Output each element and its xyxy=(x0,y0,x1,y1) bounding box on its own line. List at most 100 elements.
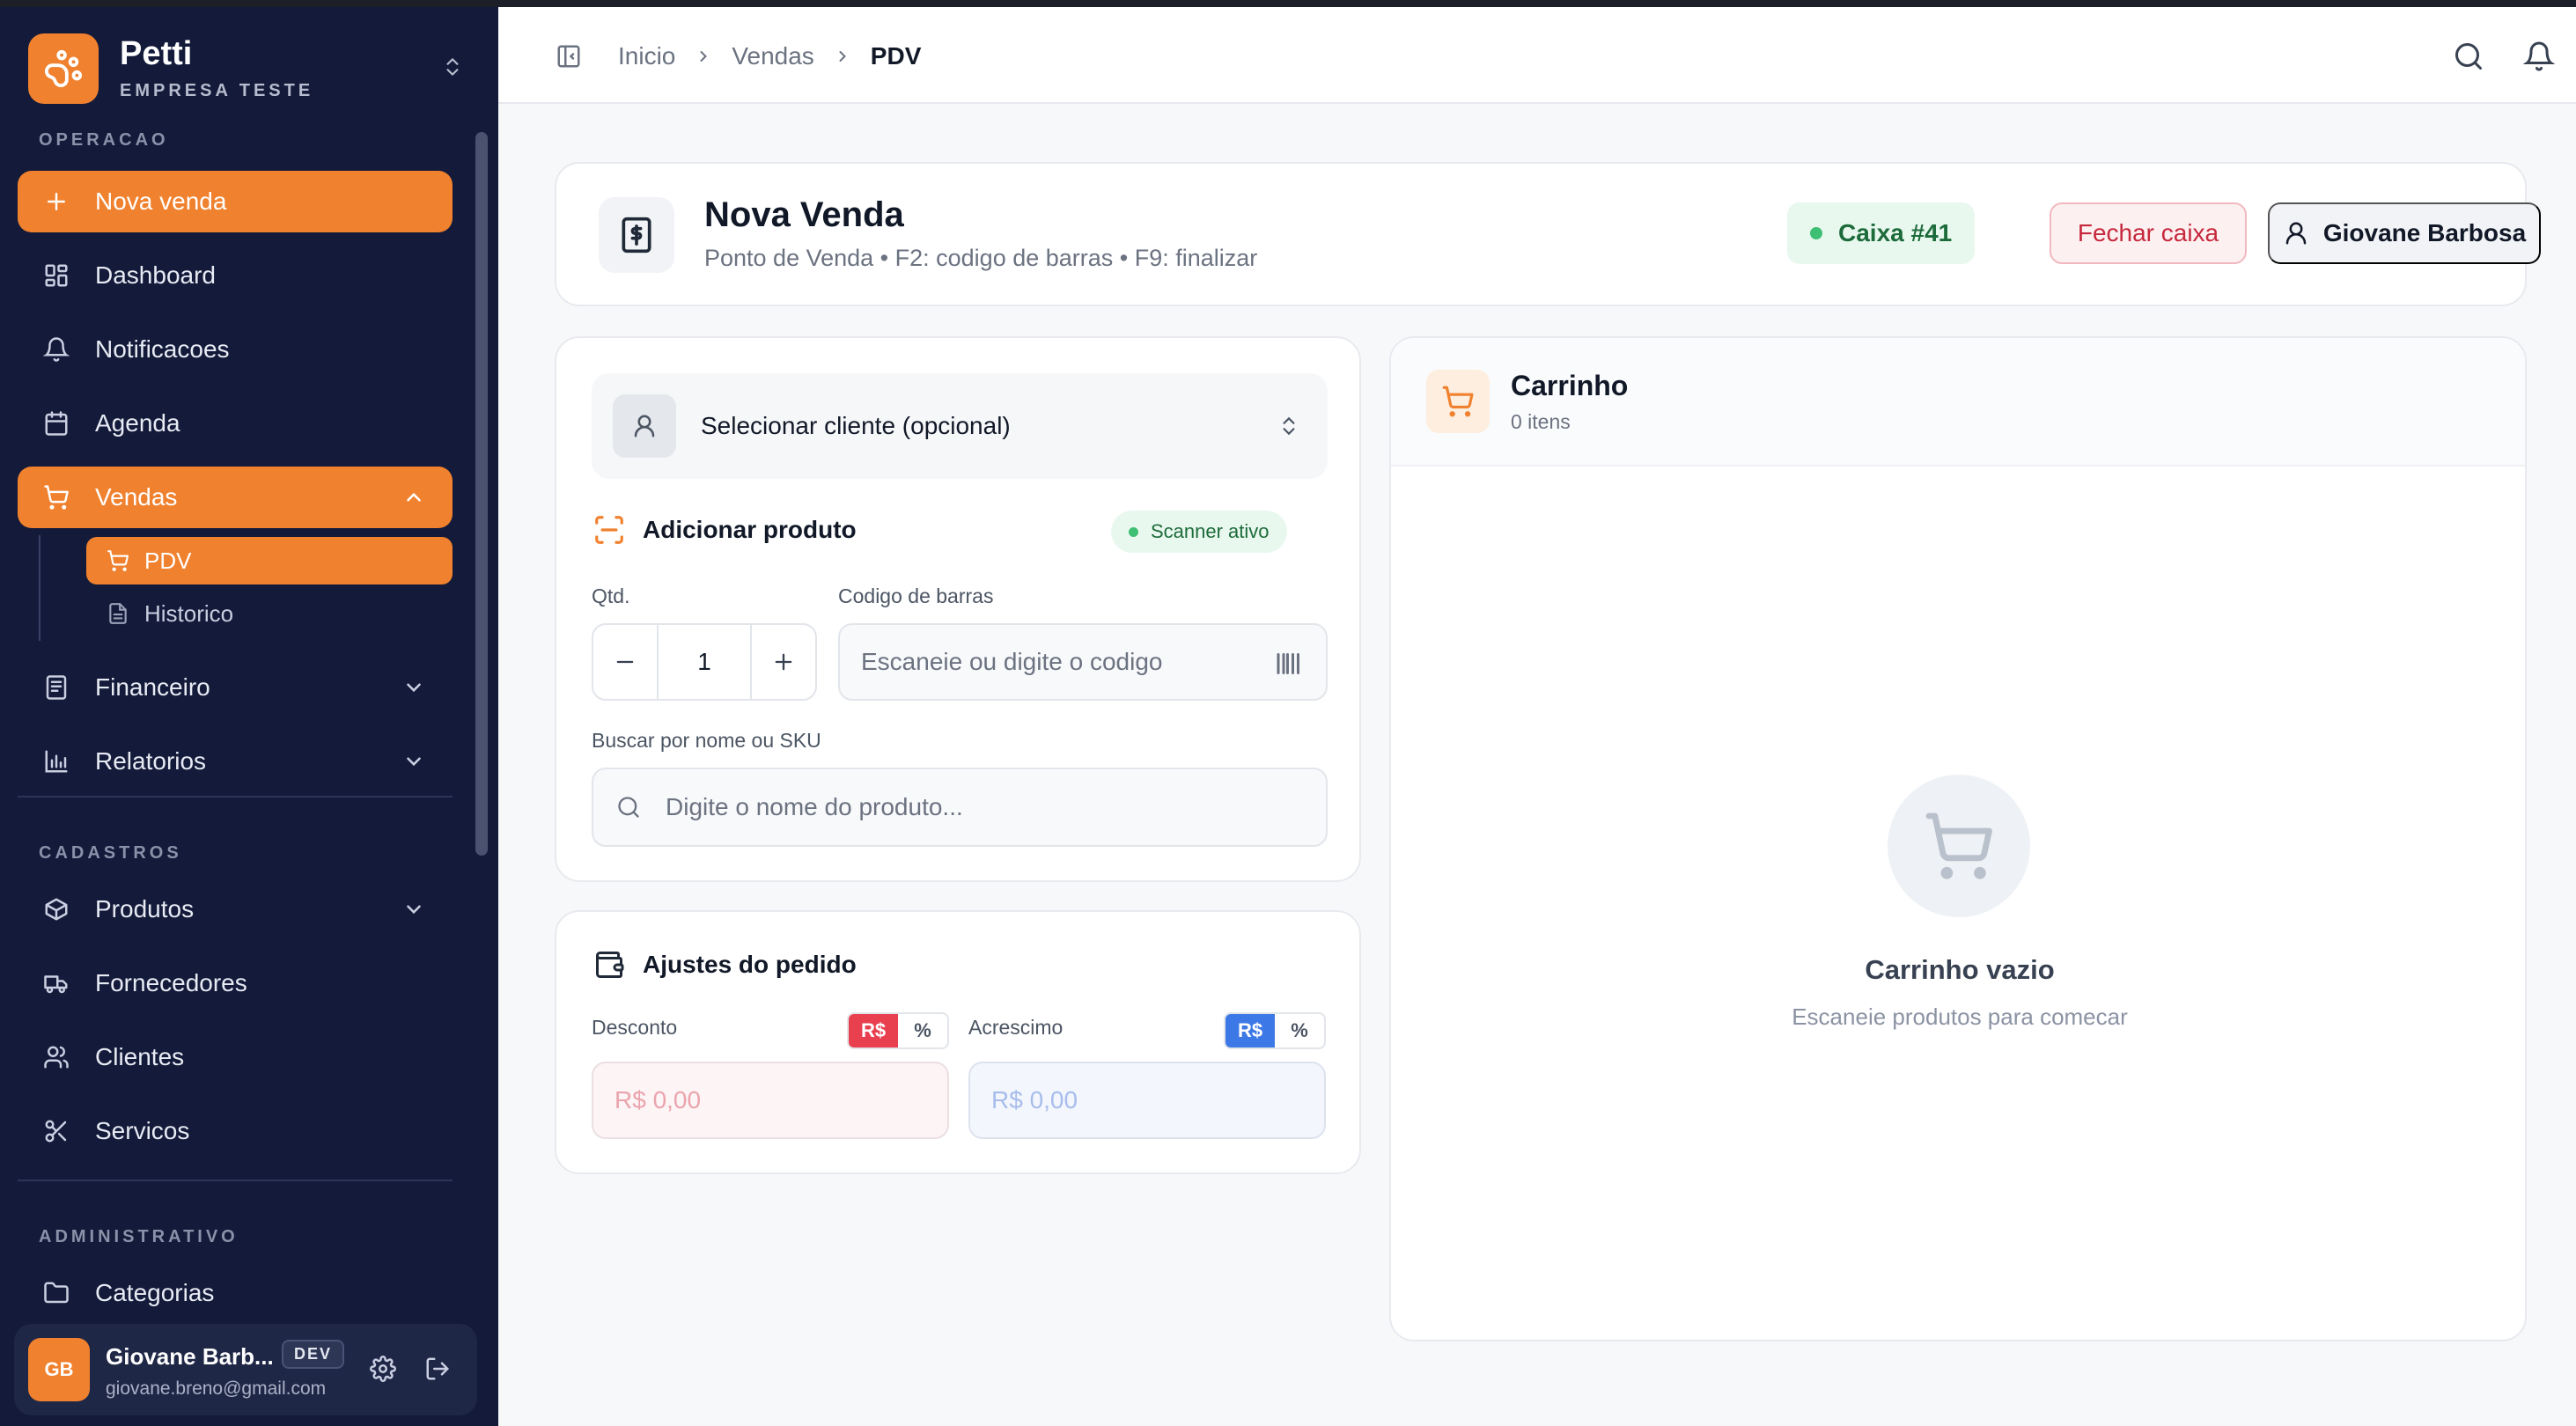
surcharge-input[interactable]: R$ 0,00 xyxy=(968,1062,1326,1139)
cart-title: Carrinho xyxy=(1511,370,1629,401)
sidebar-item-notificacoes[interactable]: Notificacoes xyxy=(18,319,453,380)
minus-icon[interactable] xyxy=(593,625,657,699)
discount-label: Desconto xyxy=(592,1016,678,1039)
close-register-button[interactable]: Fechar caixa xyxy=(2050,202,2247,264)
quantity-value[interactable]: 1 xyxy=(657,625,752,699)
sidebar-subitem-pdv[interactable]: PDV xyxy=(86,537,453,584)
sidebar-item-label: Relatorios xyxy=(95,747,207,775)
scan-icon xyxy=(592,512,627,548)
page-heading-card: Nova Venda Ponto de Venda • F2: codigo d… xyxy=(555,162,2541,306)
sidebar-item-label: Categorias xyxy=(95,1279,215,1306)
sidebar-item-nova-venda[interactable]: Nova venda xyxy=(18,171,453,232)
sidebar-item-label: Agenda xyxy=(95,409,180,437)
submenu-line xyxy=(39,535,40,641)
sidebar-item-label: Produtos xyxy=(95,895,195,922)
surcharge-mode-currency[interactable]: R$ xyxy=(1225,1014,1275,1047)
chevron-down-icon xyxy=(396,670,431,705)
order-adjustments-card: Ajustes do pedido Desconto R$ % R$ 0,00 … xyxy=(555,910,1361,1174)
empty-cart-title: Carrinho vazio xyxy=(1865,954,2055,985)
breadcrumb: Inicio Vendas PDV xyxy=(618,39,921,74)
discount-placeholder: R$ 0,00 xyxy=(615,1086,702,1114)
sidebar-item-dashboard[interactable]: Dashboard xyxy=(18,245,453,306)
scissors-icon xyxy=(39,1114,74,1149)
calendar-icon xyxy=(39,406,74,441)
truck-icon xyxy=(39,966,74,1001)
sidebar-toggle-icon[interactable] xyxy=(551,39,586,74)
surcharge-label: Acrescimo xyxy=(968,1016,1064,1039)
chevrons-up-down-icon xyxy=(435,48,470,86)
page-title: Nova Venda xyxy=(704,195,904,234)
chevron-up-icon xyxy=(396,480,431,515)
sidebar-subitem-historico[interactable]: Historico xyxy=(86,590,453,637)
chevrons-up-down-icon xyxy=(1271,408,1306,444)
sidebar-item-label: Nova venda xyxy=(95,187,227,215)
sidebar-item-label: Notificacoes xyxy=(95,335,230,363)
chevron-down-icon xyxy=(396,744,431,779)
scanner-status-label: Scanner ativo xyxy=(1151,520,1270,542)
product-search-input[interactable]: Digite o nome do produto... xyxy=(592,768,1328,847)
qty-label: Qtd. xyxy=(592,584,630,607)
sidebar-item-clientes[interactable]: Clientes xyxy=(18,1026,453,1088)
discount-mode-currency[interactable]: R$ xyxy=(849,1014,898,1047)
user-name: Giovane Barb... xyxy=(106,1343,274,1370)
search-placeholder: Digite o nome do produto... xyxy=(666,793,963,820)
sidebar-item-agenda[interactable]: Agenda xyxy=(18,393,453,454)
bell-icon xyxy=(39,332,74,367)
logout-icon[interactable] xyxy=(419,1350,456,1387)
search-label: Buscar por nome ou SKU xyxy=(592,729,821,752)
quantity-stepper: 1 xyxy=(592,623,817,701)
avatar: GB xyxy=(28,1338,90,1401)
sidebar-item-relatorios[interactable]: Relatorios xyxy=(18,731,453,792)
grid-icon xyxy=(39,258,74,293)
status-dot xyxy=(1129,526,1138,537)
receipt-icon xyxy=(39,670,74,705)
plus-icon[interactable] xyxy=(752,625,815,699)
chevron-right-icon xyxy=(834,48,851,65)
users-icon xyxy=(39,1040,74,1075)
operator-name: Giovane Barbosa xyxy=(2322,219,2527,246)
sidebar-item-label: PDV xyxy=(144,547,192,574)
sidebar-item-fornecedores[interactable]: Fornecedores xyxy=(18,952,453,1014)
brand-switcher[interactable]: Petti EMPRESA TESTE xyxy=(28,30,470,106)
sidebar-scrollbar[interactable] xyxy=(475,132,488,856)
cart-icon xyxy=(1426,370,1490,433)
user-icon xyxy=(613,394,676,458)
empty-cart-icon xyxy=(1888,775,2030,917)
section-label-cadastros: CADASTROS xyxy=(39,843,182,863)
cart-card: Carrinho 0 itens Carrinho vazio Escaneie… xyxy=(1389,336,2527,1341)
sidebar-item-produtos[interactable]: Produtos xyxy=(18,878,453,940)
add-product-heading: Adicionar produto xyxy=(592,512,857,548)
paw-icon xyxy=(28,33,99,104)
client-select[interactable]: Selecionar cliente (opcional) xyxy=(592,373,1328,479)
breadcrumb-inicio[interactable]: Inicio xyxy=(618,42,675,70)
window-top-strip xyxy=(0,0,2576,7)
chevron-right-icon xyxy=(695,48,712,65)
plus-icon xyxy=(39,184,74,219)
cart-header: Carrinho 0 itens xyxy=(1391,338,2525,467)
discount-mode-percent[interactable]: % xyxy=(898,1014,947,1047)
breadcrumb-vendas[interactable]: Vendas xyxy=(732,42,813,70)
sidebar-item-financeiro[interactable]: Financeiro xyxy=(18,657,453,718)
adjustments-title: Ajustes do pedido xyxy=(643,951,857,978)
sidebar-item-vendas[interactable]: Vendas xyxy=(18,467,453,528)
sidebar-item-categorias[interactable]: Categorias xyxy=(18,1262,453,1324)
barcode-input[interactable]: Escaneie ou digite o codigo xyxy=(838,623,1328,701)
sidebar-item-label: Financeiro xyxy=(95,673,210,701)
sidebar-item-label: Clientes xyxy=(95,1043,185,1070)
breadcrumb-current: PDV xyxy=(870,42,922,70)
wallet-icon xyxy=(592,947,627,982)
sidebar-item-servicos[interactable]: Servicos xyxy=(18,1100,453,1162)
bell-icon[interactable] xyxy=(2520,37,2558,76)
section-label-administrativo: ADMINISTRATIVO xyxy=(39,1227,239,1246)
scanner-status-badge: Scanner ativo xyxy=(1111,511,1287,553)
folder-icon xyxy=(39,1275,74,1311)
section-label-operacao: OPERACAO xyxy=(39,130,169,150)
sidebar-item-label: Dashboard xyxy=(95,261,216,289)
gear-icon[interactable] xyxy=(364,1350,401,1387)
search-icon[interactable] xyxy=(2449,37,2488,76)
box-icon xyxy=(39,892,74,927)
surcharge-mode-percent[interactable]: % xyxy=(1275,1014,1324,1047)
discount-input[interactable]: R$ 0,00 xyxy=(592,1062,949,1139)
page-subtitle: Ponto de Venda • F2: codigo de barras • … xyxy=(704,245,1258,271)
operator-button[interactable]: Giovane Barbosa xyxy=(2268,202,2541,264)
